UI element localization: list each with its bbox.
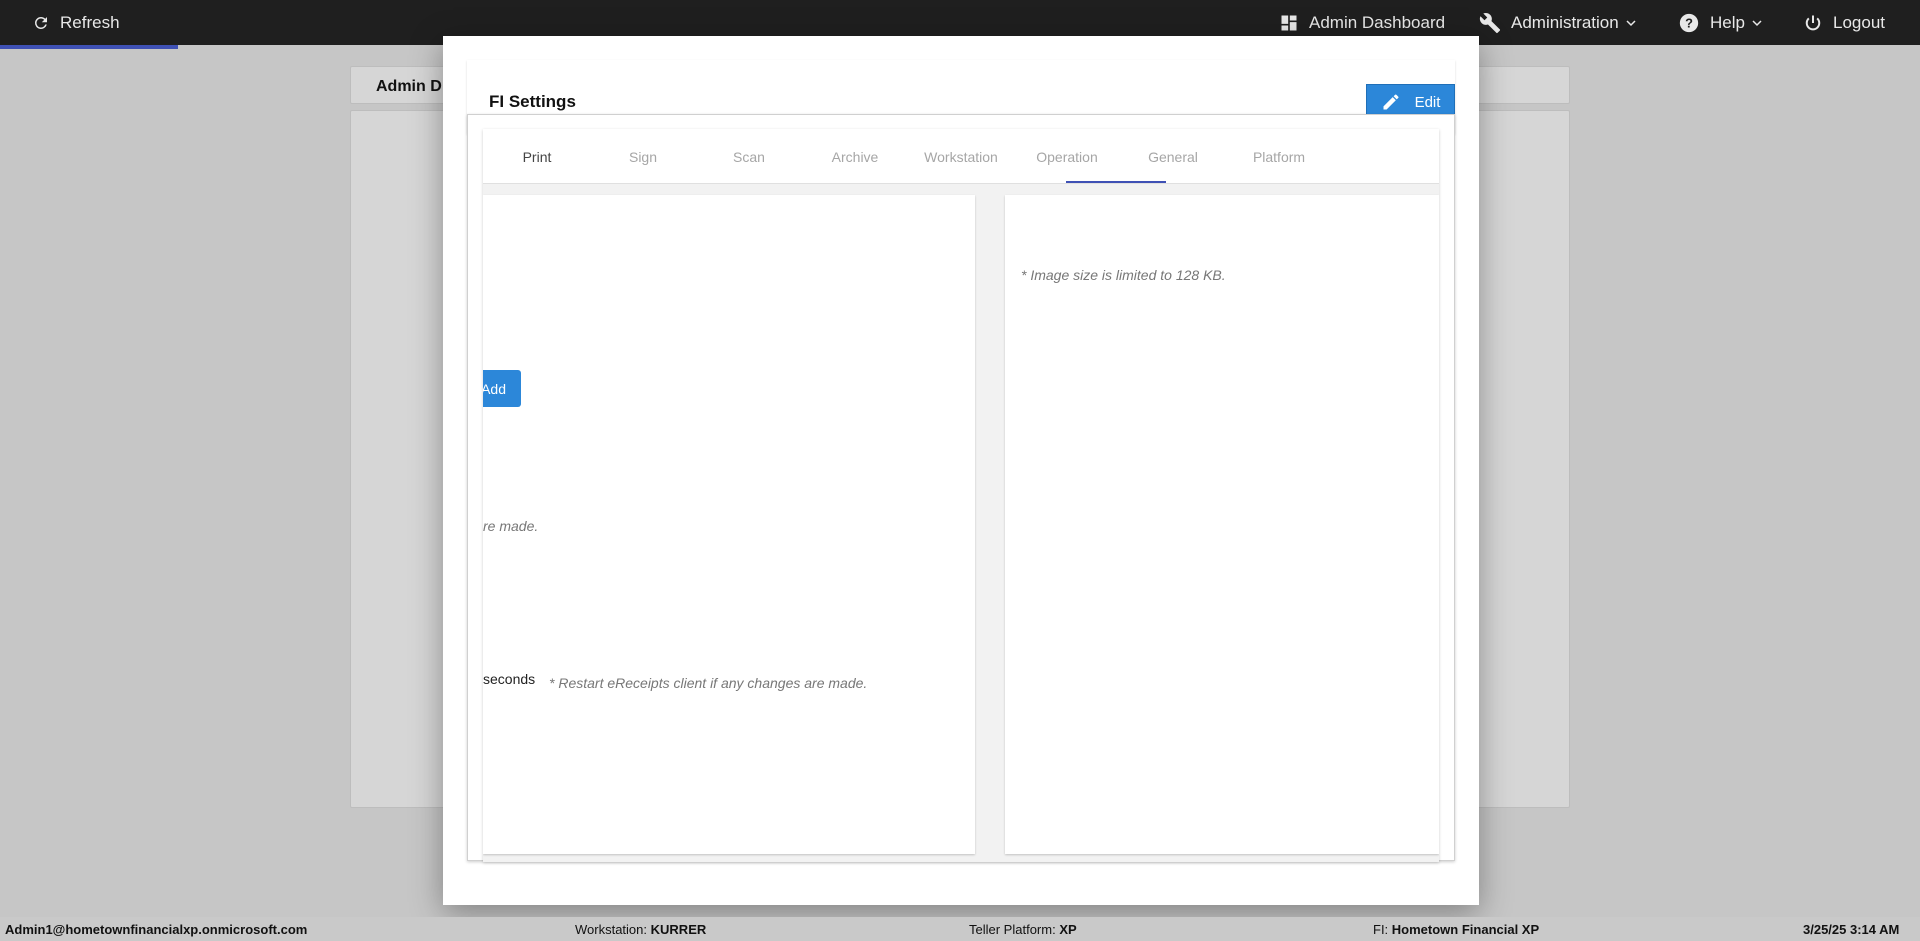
help-menu[interactable]: ? Help <box>1678 0 1763 45</box>
footer-workstation: Workstation: KURRER <box>575 922 707 937</box>
tab-archive[interactable]: Archive <box>805 129 905 184</box>
tab-operation[interactable]: Operation <box>1017 129 1117 184</box>
tab-scan[interactable]: Scan <box>699 129 799 184</box>
footer-datetime: 3/25/25 3:14 AM <box>1803 922 1900 937</box>
administration-label: Administration <box>1511 12 1619 32</box>
status-footer: Admin1@hometownfinancialxp.onmicrosoft.c… <box>0 917 1920 941</box>
image-size-note: * Image size is limited to 128 KB. <box>1021 267 1226 283</box>
chevron-down-icon <box>1626 19 1636 26</box>
settings-tab-area: Print Sign Scan Archive Workstation Oper… <box>483 129 1439 862</box>
refresh-icon <box>34 16 47 29</box>
seconds-label: seconds <box>483 671 536 687</box>
refresh-button[interactable]: Refresh <box>32 0 120 45</box>
tab-sign[interactable]: Sign <box>593 129 693 184</box>
power-icon <box>1805 15 1821 30</box>
fi-settings-modal: FI Settings Edit Print Sign Scan Archive… <box>443 36 1479 905</box>
administration-menu[interactable]: Administration <box>1479 0 1637 45</box>
help-label: Help <box>1710 12 1745 32</box>
refresh-label: Refresh <box>60 12 120 32</box>
background-page-title: Admin D <box>376 78 442 95</box>
wrench-icon <box>1479 12 1501 33</box>
truncated-restart-note: re made. <box>483 518 539 534</box>
admin-dashboard-label: Admin Dashboard <box>1309 12 1446 32</box>
right-settings-pane: * Image size is limited to 128 KB. <box>1005 195 1439 854</box>
logout-button[interactable]: Logout <box>1803 0 1885 45</box>
svg-text:?: ? <box>1685 15 1693 30</box>
edit-label: Edit <box>1414 93 1441 111</box>
active-tab-indicator <box>1066 181 1166 183</box>
chevron-down-icon <box>1752 19 1762 26</box>
tab-general[interactable]: General <box>1123 129 1223 184</box>
add-button[interactable]: Add <box>483 370 521 407</box>
tab-workstation[interactable]: Workstation <box>911 129 1011 184</box>
tab-platform[interactable]: Platform <box>1229 129 1329 184</box>
help-icon: ? <box>1679 13 1699 32</box>
tab-print[interactable]: Print <box>487 129 587 184</box>
footer-platform: Teller Platform: XP <box>969 922 1077 937</box>
pencil-icon <box>1383 94 1399 110</box>
settings-card: Print Sign Scan Archive Workstation Oper… <box>467 114 1455 862</box>
footer-user: Admin1@hometownfinancialxp.onmicrosoft.c… <box>5 922 308 937</box>
add-label: Add <box>483 380 506 397</box>
footer-fi: FI: Hometown Financial XP <box>1373 922 1540 937</box>
left-settings-pane: Add re made. seconds * Restart eReceipts… <box>483 195 975 854</box>
settings-tabs: Print Sign Scan Archive Workstation Oper… <box>483 129 1439 184</box>
modal-title: FI Settings <box>489 92 576 111</box>
restart-note: * Restart eReceipts client if any change… <box>549 675 868 691</box>
dashboard-icon <box>1281 15 1297 30</box>
logout-label: Logout <box>1833 12 1885 32</box>
loading-progress-bar <box>0 45 178 49</box>
